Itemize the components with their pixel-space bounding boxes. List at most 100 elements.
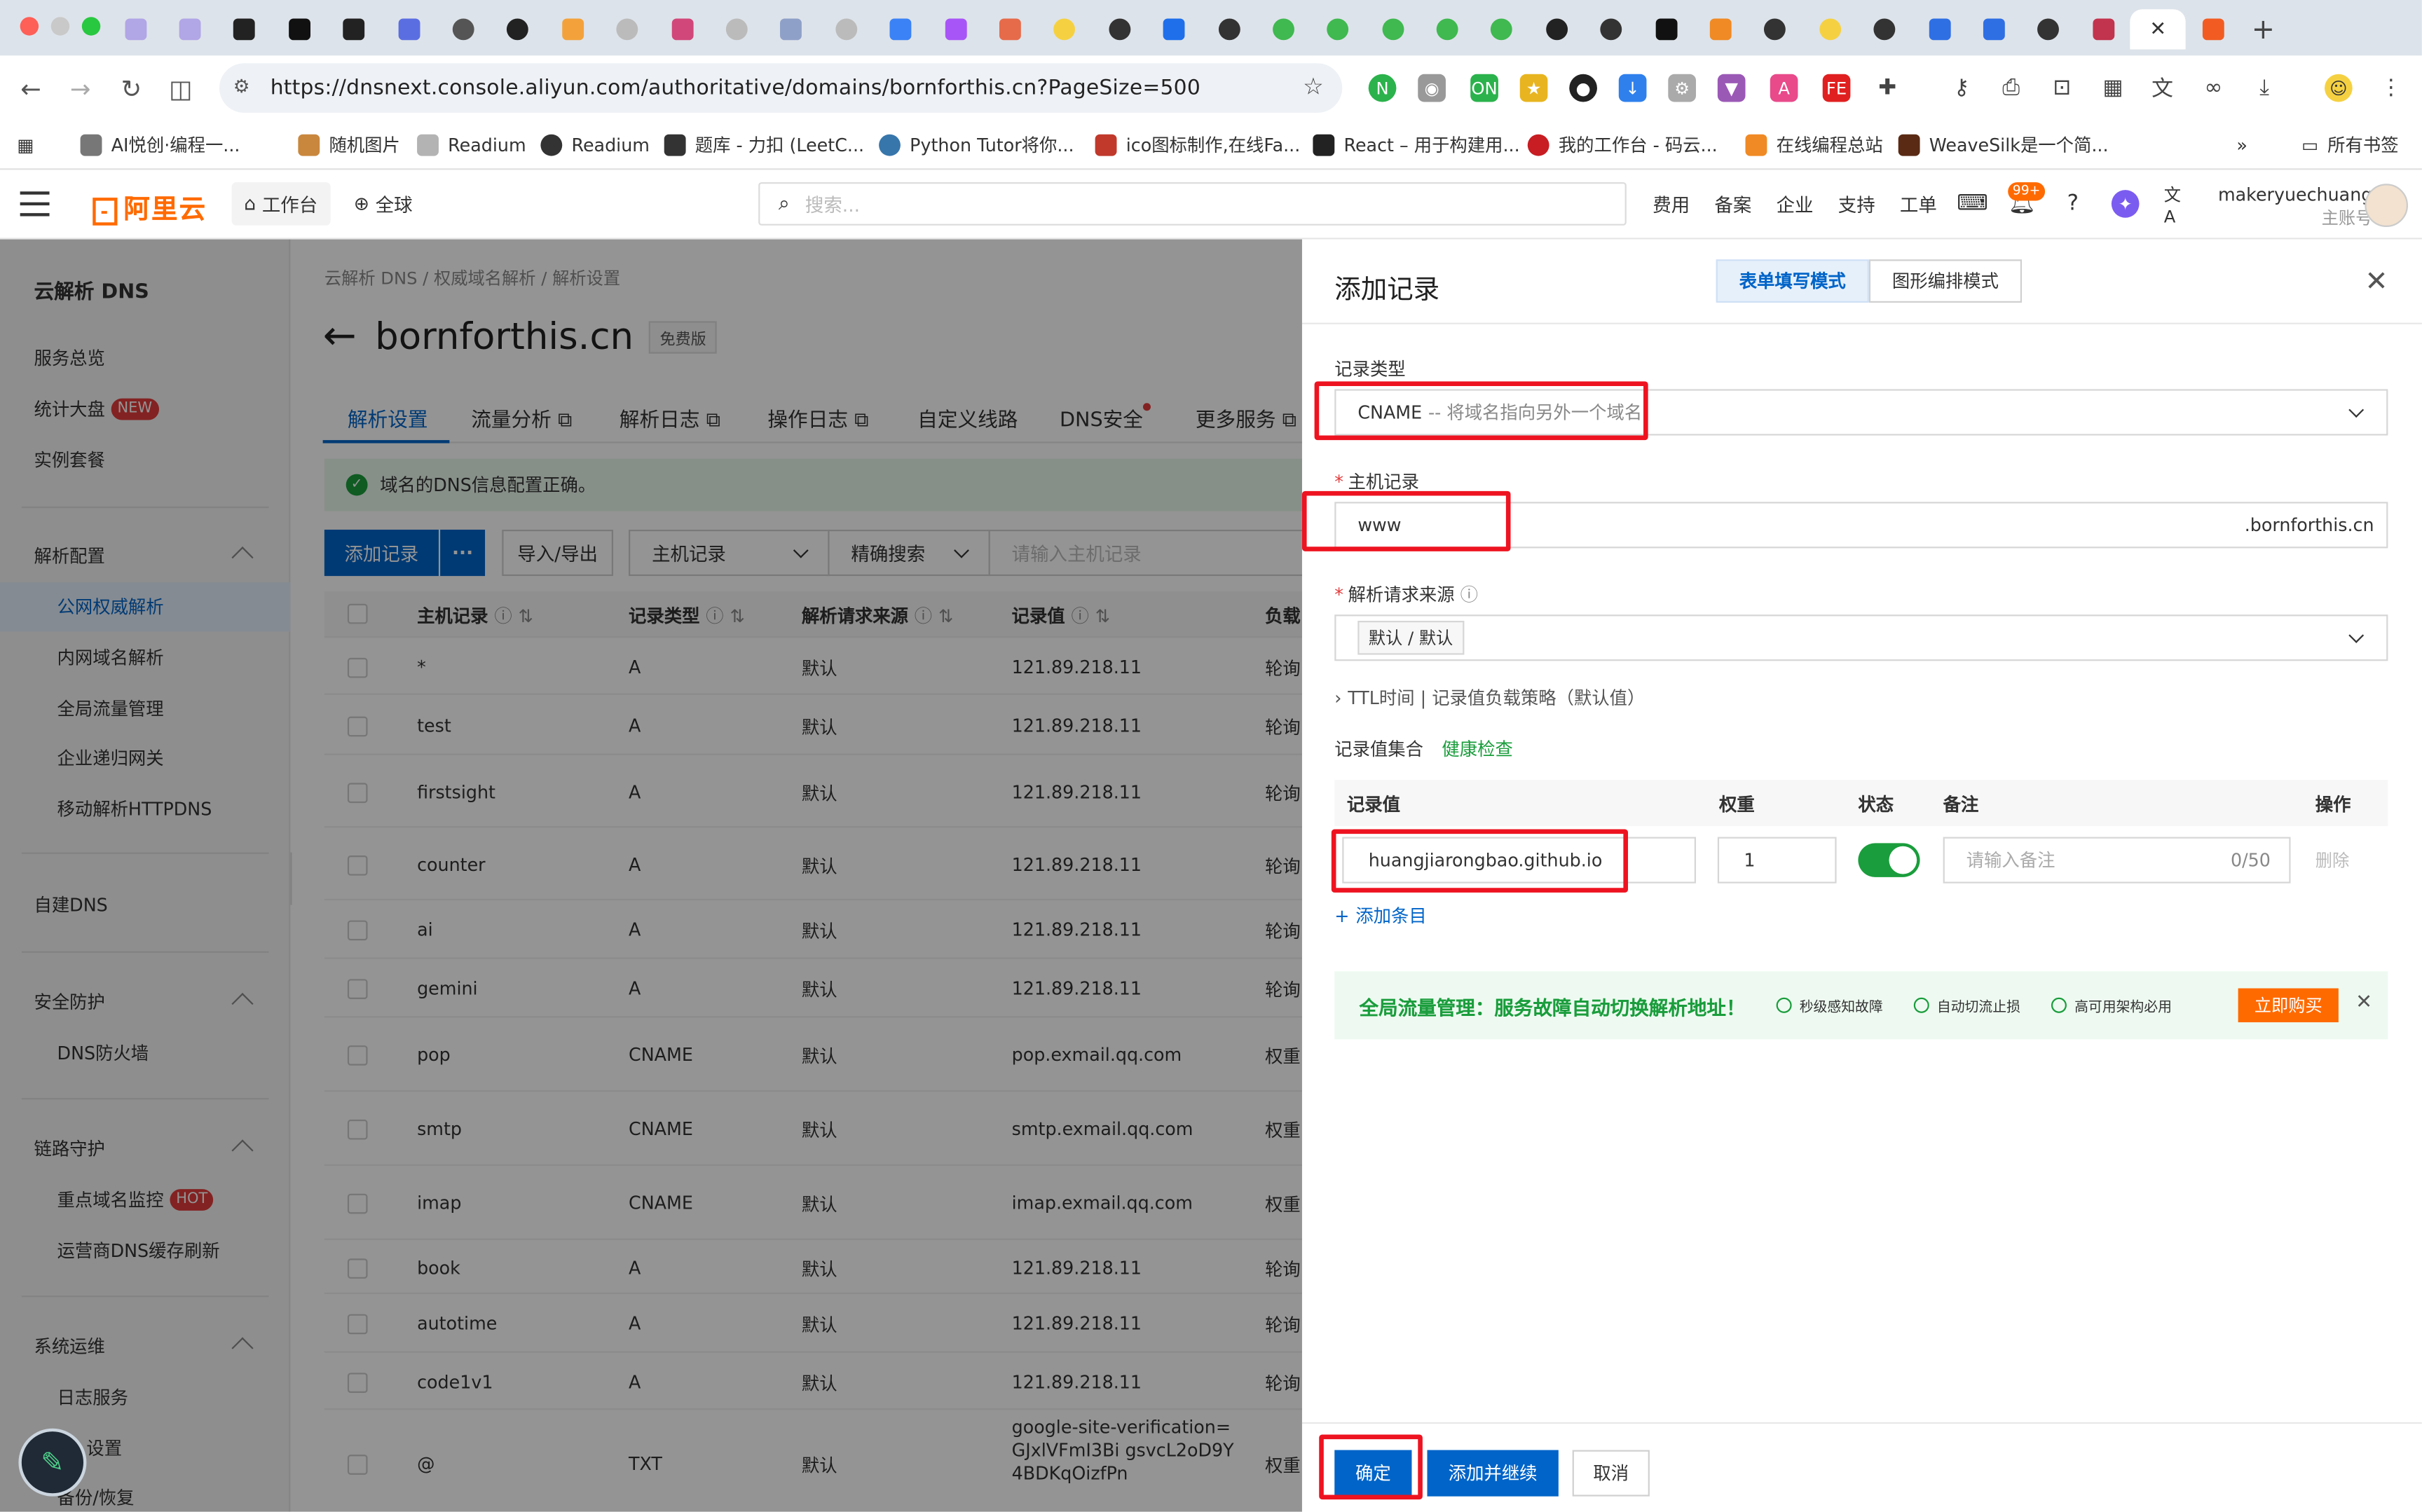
browser-tab[interactable] <box>491 9 545 49</box>
bookmark-item[interactable]: Python Tutor将你... <box>879 131 1074 159</box>
print-icon[interactable]: ⎙ <box>1997 74 2025 102</box>
browser-tab[interactable] <box>2185 9 2240 49</box>
browser-tab[interactable] <box>217 9 272 49</box>
more-bookmarks-icon[interactable]: » <box>2236 131 2247 159</box>
browser-tab[interactable] <box>1092 9 1147 49</box>
browser-tab[interactable] <box>1529 9 1584 49</box>
browser-tab[interactable] <box>2021 9 2076 49</box>
all-bookmarks-folder[interactable]: ▭ 所有书签 <box>2301 131 2399 159</box>
screenshot-icon[interactable]: ⊡ <box>2048 74 2077 102</box>
modal-overlay[interactable] <box>0 239 1302 1512</box>
extension-icon[interactable]: N <box>1368 74 1397 102</box>
close-window-button[interactable] <box>20 17 39 36</box>
extension-icon[interactable]: FE <box>1822 74 1851 102</box>
browser-tab[interactable] <box>1311 9 1365 49</box>
minimize-window-button[interactable] <box>50 17 70 36</box>
profile-icon[interactable]: ☺ <box>2325 74 2353 102</box>
record-value-input[interactable]: huangjiarongbao.github.io <box>1342 837 1696 884</box>
qr-code-icon[interactable]: ▦ <box>2099 74 2127 102</box>
header-link-ticket[interactable]: 工单 <box>1900 191 1937 217</box>
workbench-button[interactable]: ⌂ 工作台 <box>231 182 330 226</box>
browser-tab[interactable] <box>108 9 163 49</box>
browser-tab[interactable] <box>1475 9 1529 49</box>
browser-tab[interactable] <box>163 9 217 49</box>
ai-assistant-icon[interactable]: ✦ <box>2111 190 2140 218</box>
bookmark-item[interactable]: AI悦创·编程一... <box>80 131 240 159</box>
header-link-enterprise[interactable]: 企业 <box>1777 191 1814 217</box>
request-source-select[interactable]: 默认 / 默认 <box>1334 614 2388 661</box>
address-bar[interactable]: ⚙ https://dnsnext.console.aliyun.com/aut… <box>219 63 1343 113</box>
download-extension-icon[interactable]: ↓ <box>1618 74 1647 102</box>
site-info-icon[interactable]: ⚙ <box>233 76 250 97</box>
sidebar-toggle-icon[interactable]: ◫ <box>164 71 198 104</box>
downloads-icon[interactable]: ⤓ <box>2250 74 2278 102</box>
delete-link[interactable]: 删除 <box>2315 848 2349 872</box>
bookmark-item[interactable]: React – 用于构建用... <box>1313 131 1520 159</box>
link-icon[interactable]: ∞ <box>2199 74 2228 102</box>
host-record-input[interactable]: www .bornforthis.cn <box>1334 502 2388 549</box>
bookmark-item[interactable]: Readium <box>540 131 650 159</box>
browser-tab[interactable] <box>381 9 436 49</box>
bookmark-star-icon[interactable]: ☆ <box>1303 73 1324 101</box>
remark-input[interactable]: 请输入备注 0/50 <box>1943 837 2291 884</box>
apps-grid-icon[interactable]: ▦ <box>17 131 34 159</box>
confirm-button[interactable]: 确定 <box>1334 1450 1412 1497</box>
new-tab-button[interactable]: + <box>2240 9 2286 49</box>
avatar[interactable] <box>2365 184 2409 227</box>
close-tab-icon[interactable]: ✕ <box>2149 18 2166 41</box>
extension-icon[interactable]: A <box>1770 74 1798 102</box>
browser-tab[interactable] <box>928 9 983 49</box>
browser-tab[interactable] <box>819 9 873 49</box>
bookmark-item[interactable]: 随机图片 <box>298 131 400 159</box>
browser-tab[interactable] <box>327 9 381 49</box>
browser-tab[interactable] <box>1147 9 1201 49</box>
bookmark-item[interactable]: ico图标制作,在线Fa... <box>1095 131 1300 159</box>
browser-tab[interactable] <box>1693 9 1748 49</box>
browser-tab[interactable] <box>545 9 600 49</box>
bookmark-item[interactable]: WeaveSilk是一个简... <box>1898 131 2109 159</box>
bookmark-item[interactable]: Readium <box>417 131 526 159</box>
header-link-support[interactable]: 支持 <box>1838 191 1875 217</box>
close-icon[interactable]: ✕ <box>2355 991 2372 1015</box>
close-icon[interactable]: ✕ <box>2365 266 2388 298</box>
account-info[interactable]: makeryuechuang 主账号 <box>2218 182 2372 232</box>
translate-icon[interactable]: 文 <box>2148 74 2177 102</box>
bookmark-item[interactable]: 在线编程总站 <box>1745 131 1883 159</box>
advanced-settings-toggle[interactable]: › TTL时间 | 记录值负载策略（默认值） <box>1334 686 1645 710</box>
browser-tab[interactable] <box>709 9 764 49</box>
browser-tab-active[interactable]: ✕ <box>2130 9 2186 50</box>
region-button[interactable]: ⊕ 全球 <box>341 182 425 226</box>
browser-tab[interactable] <box>1912 9 1966 49</box>
browser-tab[interactable] <box>436 9 491 49</box>
weight-input[interactable]: 1 <box>1717 837 1837 884</box>
browser-tab[interactable] <box>1802 9 1857 49</box>
bookmark-item[interactable]: 题库 - 力扣 (LeetC... <box>664 131 864 159</box>
menu-hamburger-icon[interactable] <box>20 191 50 217</box>
maximize-window-button[interactable] <box>81 17 101 36</box>
reload-icon[interactable]: ↻ <box>114 71 148 104</box>
extension-icon[interactable]: ON <box>1470 74 1498 102</box>
browser-tab[interactable] <box>1638 9 1693 49</box>
browser-tab[interactable] <box>1201 9 1256 49</box>
extension-icon[interactable]: ★ <box>1519 74 1548 102</box>
menu-kebab-icon[interactable]: ⋮ <box>2376 74 2405 102</box>
browser-tab[interactable] <box>983 9 1037 49</box>
back-icon[interactable]: ← <box>14 71 48 104</box>
browser-tab[interactable] <box>1857 9 1912 49</box>
buy-now-button[interactable]: 立即购买 <box>2238 988 2339 1023</box>
puzzle-icon[interactable]: ✚ <box>1873 74 1902 102</box>
edit-fab-button[interactable]: ✎ <box>18 1428 87 1497</box>
status-toggle[interactable] <box>1858 843 1920 877</box>
github-icon[interactable]: ● <box>1569 74 1597 102</box>
extension-icon[interactable]: ⚙ <box>1668 74 1696 102</box>
terminal-icon[interactable]: ⌨ <box>1957 190 1988 218</box>
browser-tab[interactable] <box>873 9 928 49</box>
header-link-icp[interactable]: 备案 <box>1714 191 1751 217</box>
browser-tab[interactable] <box>1748 9 1802 49</box>
extension-icon[interactable]: ▼ <box>1717 74 1746 102</box>
cancel-button[interactable]: 取消 <box>1572 1450 1650 1497</box>
browser-tab[interactable] <box>764 9 819 49</box>
language-icon[interactable]: 文A <box>2164 184 2192 226</box>
browser-tab[interactable] <box>1256 9 1311 49</box>
help-icon[interactable]: ? <box>2059 190 2087 218</box>
